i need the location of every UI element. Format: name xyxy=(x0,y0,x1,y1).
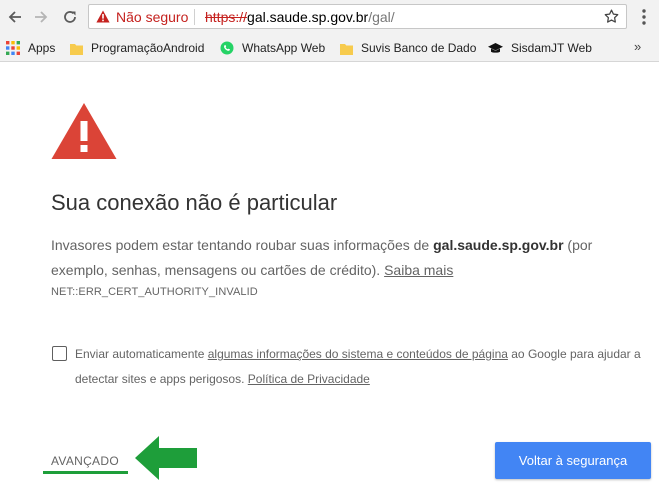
reload-button[interactable] xyxy=(60,7,80,27)
page-title: Sua conexão não é particular xyxy=(51,190,338,215)
site-domain: gal.saude.sp.gov.br xyxy=(433,237,564,253)
url-scheme: https:// xyxy=(205,9,248,25)
bookmark-programacao-android[interactable]: ProgramaçãoAndroid xyxy=(70,39,204,57)
bookmark-suvis-banco[interactable]: Suvis Banco de Dado xyxy=(340,39,477,57)
system-info-link[interactable]: algumas informações do sistema e conteúd… xyxy=(208,347,508,361)
warning-triangle-icon xyxy=(96,10,110,23)
bookmarks-overflow-button[interactable]: » xyxy=(634,39,641,54)
opt-in-prefix: Enviar automaticamente xyxy=(75,347,208,361)
send-report-checkbox[interactable] xyxy=(52,346,67,361)
ssl-interstitial: Sua conexão não é particular Invasores p… xyxy=(0,62,659,494)
whatsapp-icon xyxy=(220,41,234,55)
privacy-policy-link[interactable]: Política de Privacidade xyxy=(248,372,370,386)
reload-icon xyxy=(64,11,76,23)
url-host: gal.saude.sp.gov.br xyxy=(247,9,369,25)
annotation-arrow-icon xyxy=(135,436,197,480)
graduation-cap-icon xyxy=(488,42,503,55)
bookmark-label: ProgramaçãoAndroid xyxy=(91,41,205,55)
advanced-button[interactable]: AVANÇADO xyxy=(51,454,119,468)
bookmark-apps[interactable]: Apps xyxy=(6,39,55,57)
bookmarks-bar: Apps ProgramaçãoAndroid WhatsApp Web Suv… xyxy=(0,34,659,62)
address-bar[interactable]: Não seguro https://gal.saude.sp.gov.br/g… xyxy=(88,4,627,29)
back-to-safety-button[interactable]: Voltar à segurança xyxy=(495,442,651,479)
bookmark-label: SisdamJT Web xyxy=(511,41,592,55)
browser-toolbar: Não seguro https://gal.saude.sp.gov.br/g… xyxy=(0,0,659,34)
bookmark-label: Apps xyxy=(28,41,56,55)
forward-arrow-icon xyxy=(35,11,48,23)
bookmark-label: WhatsApp Web xyxy=(242,41,326,55)
warning-triangle-icon xyxy=(51,103,117,159)
address-separator xyxy=(194,9,195,25)
bookmark-sisdamjt-web[interactable]: SisdamJT Web xyxy=(488,39,592,57)
folder-icon xyxy=(70,42,83,55)
forward-button[interactable] xyxy=(31,7,51,27)
explanation-prefix: Invasores podem estar tentando roubar su… xyxy=(51,237,434,253)
bookmark-label: Suvis Banco de Dado xyxy=(361,41,477,55)
explanation-paragraph: Invasores podem estar tentando roubar su… xyxy=(51,233,641,283)
bookmark-star-icon[interactable] xyxy=(603,8,620,25)
learn-more-link[interactable]: Saiba mais xyxy=(384,262,453,278)
url-path: /gal/ xyxy=(368,9,395,25)
error-code: NET::ERR_CERT_AUTHORITY_INVALID xyxy=(51,286,258,298)
security-status-text[interactable]: Não seguro xyxy=(116,9,188,25)
kebab-menu-icon xyxy=(642,9,646,25)
annotation-underline xyxy=(43,471,128,474)
url-text[interactable]: https://gal.saude.sp.gov.br/gal/ xyxy=(205,9,395,25)
back-button[interactable] xyxy=(5,7,25,27)
apps-grid-icon xyxy=(6,41,20,55)
folder-icon xyxy=(340,42,353,55)
bookmark-whatsapp-web[interactable]: WhatsApp Web xyxy=(220,39,325,57)
back-arrow-icon xyxy=(8,11,21,23)
browser-menu-button[interactable] xyxy=(636,7,652,27)
send-report-text: Enviar automaticamente algumas informaçõ… xyxy=(75,342,645,392)
